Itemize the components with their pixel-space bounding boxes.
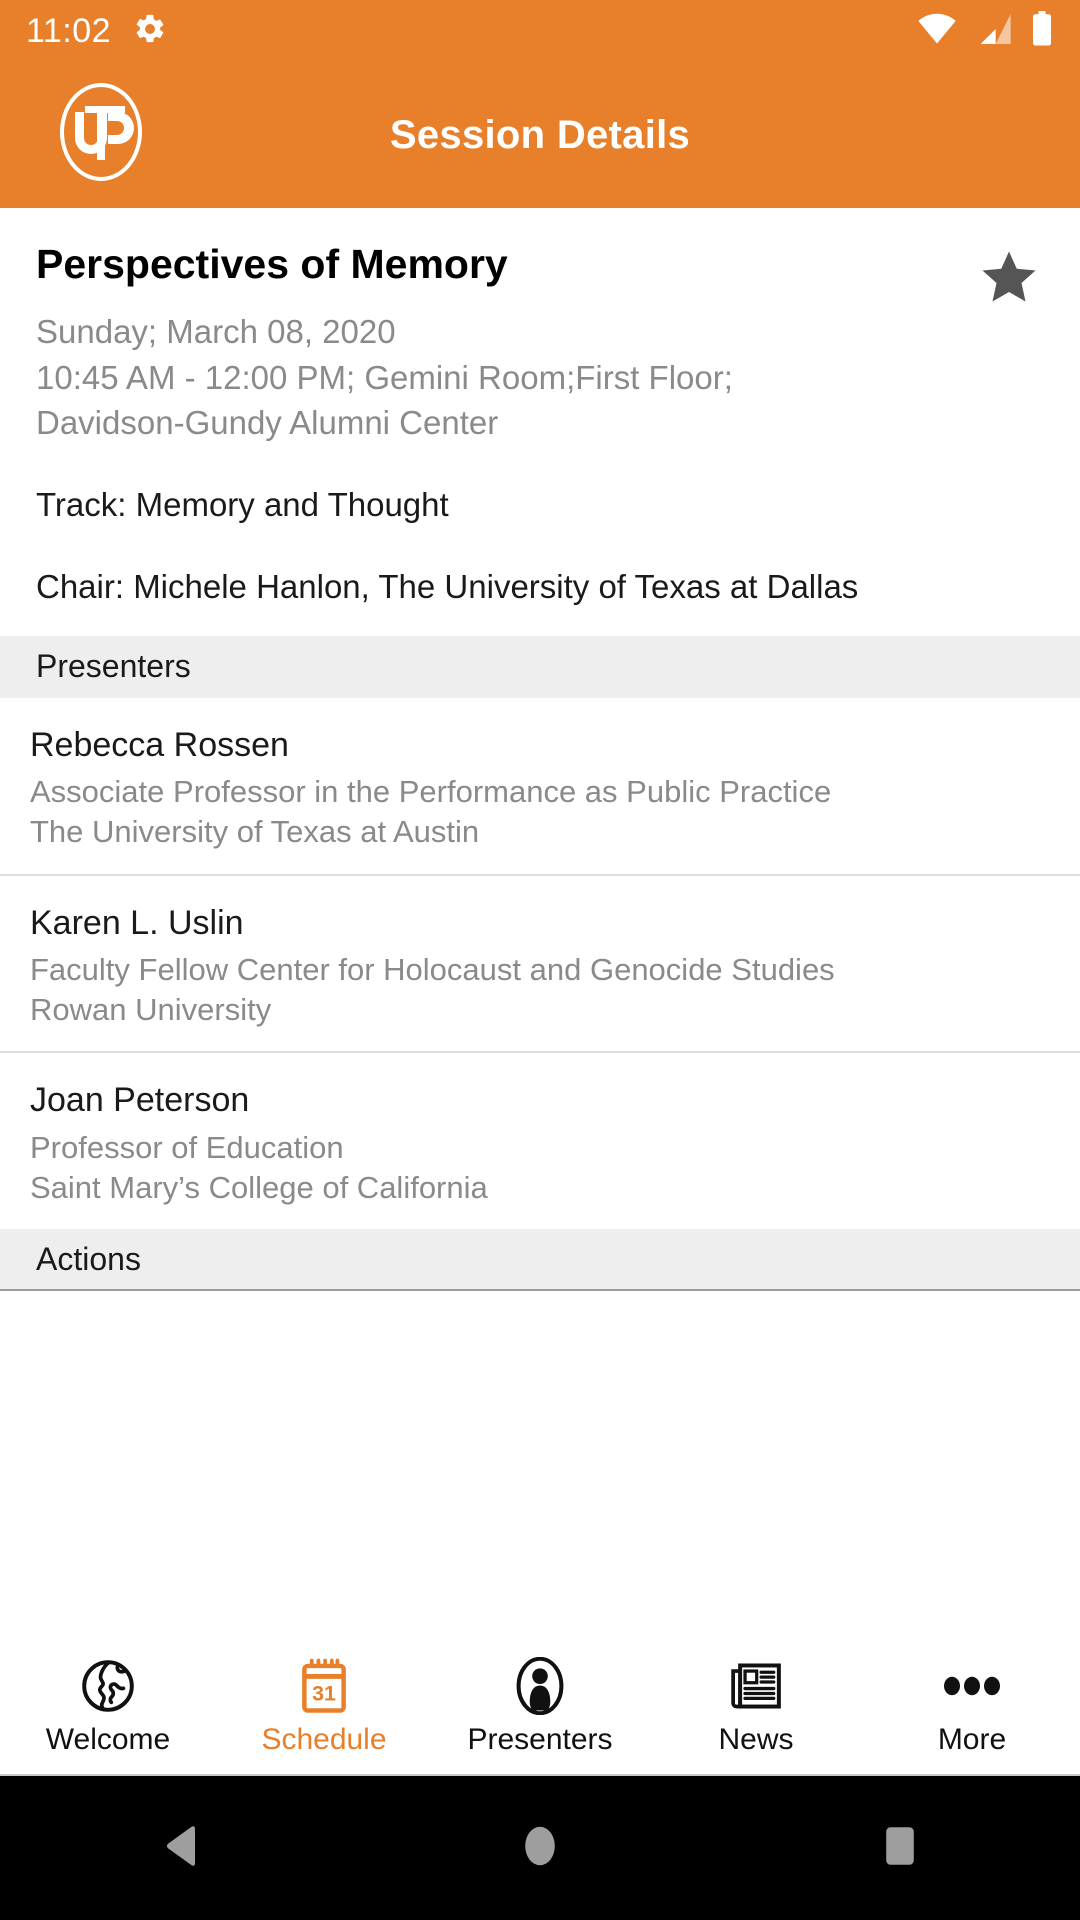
actions-section-header: Actions	[0, 1229, 1080, 1292]
wifi-icon	[916, 12, 958, 51]
cellular-signal-icon	[974, 12, 1014, 51]
newspaper-icon	[728, 1657, 784, 1715]
page-title: Session Details	[389, 112, 691, 157]
bottom-tab-bar: Welcome 31 Schedule Presenters News More	[0, 1640, 1080, 1776]
status-notification-icons	[133, 12, 167, 51]
tab-news[interactable]: News	[648, 1657, 864, 1757]
session-chair: Chair: Michele Hanlon, The University of…	[36, 567, 859, 605]
star-icon	[978, 247, 1040, 312]
presenters-section-header: Presenters	[0, 635, 1080, 698]
presenter-name: Joan Peterson	[30, 1081, 250, 1120]
svg-text:31: 31	[312, 1681, 336, 1705]
gear-icon	[133, 12, 167, 51]
globe-icon	[80, 1657, 136, 1715]
session-time-location-1: 10:45 AM - 12:00 PM; Gemini Room;First F…	[36, 358, 733, 396]
android-navigation-bar	[0, 1776, 1080, 1920]
list-item[interactable]: Karen L. Uslin Faculty Fellow Center for…	[0, 873, 1080, 1052]
tab-welcome[interactable]: Welcome	[0, 1657, 216, 1757]
presenters-list: Rebecca Rossen Associate Professor in th…	[0, 697, 1080, 1230]
session-track: Track: Memory and Thought	[36, 485, 449, 523]
tab-more[interactable]: More	[864, 1657, 1080, 1757]
tab-label: News	[718, 1723, 794, 1756]
main-content: Perspectives of Memory Sunday; March 08,…	[0, 208, 1080, 1622]
tab-label: Presenters	[467, 1723, 613, 1756]
session-meta: Sunday; March 08, 2020 10:45 AM - 12:00 …	[36, 309, 1044, 446]
tab-presenters[interactable]: Presenters	[432, 1657, 648, 1757]
presenter-role: Faculty Fellow Center for Holocaust and …	[30, 952, 835, 988]
session-time-location-2: Davidson-Gundy Alumni Center	[36, 404, 499, 442]
app-bar: Session Details	[0, 62, 1080, 208]
presenter-org: The University of Texas at Austin	[30, 813, 480, 849]
tab-label: Welcome	[45, 1723, 171, 1756]
triangle-back-icon	[159, 1822, 201, 1875]
list-item[interactable]: Joan Peterson Professor of Education Sai…	[0, 1051, 1080, 1229]
battery-icon	[1030, 10, 1054, 52]
presenter-org: Rowan University	[30, 991, 272, 1027]
circle-home-icon	[522, 1822, 558, 1875]
square-recents-icon	[881, 1822, 919, 1875]
tab-label: More	[937, 1723, 1007, 1756]
session-title: Perspectives of Memory	[36, 241, 508, 287]
presenter-role: Associate Professor in the Performance a…	[30, 774, 832, 810]
presenter-role: Professor of Education	[30, 1129, 344, 1165]
favorite-star-button[interactable]	[974, 244, 1044, 314]
actions-section-body	[0, 1291, 1080, 1622]
home-button[interactable]	[360, 1822, 720, 1875]
status-bar: 11:02	[0, 0, 1080, 62]
list-item[interactable]: Rebecca Rossen Associate Professor in th…	[0, 698, 1080, 874]
app-screen: 11:02 Session Details Perspectives of Me…	[0, 0, 1080, 1920]
ellipsis-icon	[942, 1657, 1002, 1715]
presenter-org: Saint Mary’s College of California	[30, 1169, 488, 1205]
status-clock: 11:02	[26, 11, 112, 50]
back-button[interactable]	[0, 1822, 360, 1875]
tab-schedule[interactable]: 31 Schedule	[216, 1657, 432, 1757]
tab-label: Schedule	[261, 1723, 387, 1756]
status-system-icons	[916, 10, 1054, 52]
session-summary: Perspectives of Memory Sunday; March 08,…	[0, 208, 1080, 636]
recents-button[interactable]	[720, 1822, 1080, 1875]
presenter-name: Karen L. Uslin	[30, 903, 244, 942]
person-icon	[514, 1657, 566, 1715]
presenter-name: Rebecca Rossen	[30, 725, 289, 764]
utd-logo[interactable]	[58, 80, 144, 184]
calendar-icon: 31	[296, 1657, 352, 1715]
session-date: Sunday; March 08, 2020	[36, 313, 396, 351]
